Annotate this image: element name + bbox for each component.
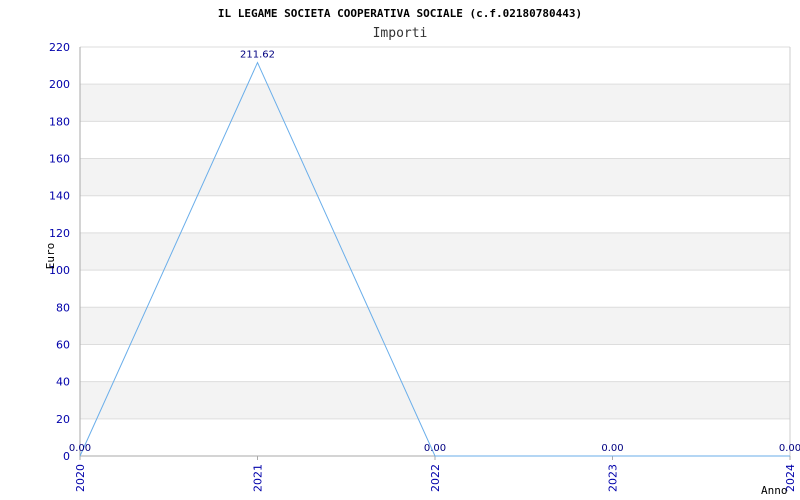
y-tick-label: 60 [56,338,70,351]
grid-band [80,232,790,271]
y-tick-label: 80 [56,301,70,314]
data-label: 0.00 [69,443,91,454]
y-tick-label: 120 [49,227,70,240]
chart-subtitle: Importi [373,26,428,41]
grid-band [80,158,790,196]
grid-band [80,381,790,419]
line-chart: 020406080100120140160180200220 2020 2021 2… [44,7,800,497]
data-label: 0.00 [601,443,623,454]
y-axis-label: Euro [44,243,57,270]
y-tick-label: 140 [49,190,70,203]
x-tick-label: 2023 [607,464,620,492]
y-tick-label: 220 [49,41,70,54]
y-tick-label: 20 [56,413,70,426]
data-label: 0.00 [779,443,800,454]
chart-title: IL LEGAME SOCIETA COOPERATIVA SOCIALE (c… [218,7,582,20]
x-tick-label: 2020 [74,464,87,492]
y-tick-label: 180 [49,115,70,128]
data-label: 0.00 [424,443,446,454]
y-tick-label: 160 [49,153,70,166]
y-tick-label: 200 [49,78,70,91]
y-tick-label: 40 [56,376,70,389]
data-label: 211.62 [240,50,275,61]
x-tick-labels: 2020 2021 2022 2023 2024 [74,456,797,492]
x-tick-label: 2022 [429,464,442,492]
x-tick-label: 2021 [252,464,265,492]
x-axis-label: Anno [761,484,788,497]
grid-band [80,307,790,345]
grid-band [80,84,790,122]
grid-bands [80,84,790,419]
